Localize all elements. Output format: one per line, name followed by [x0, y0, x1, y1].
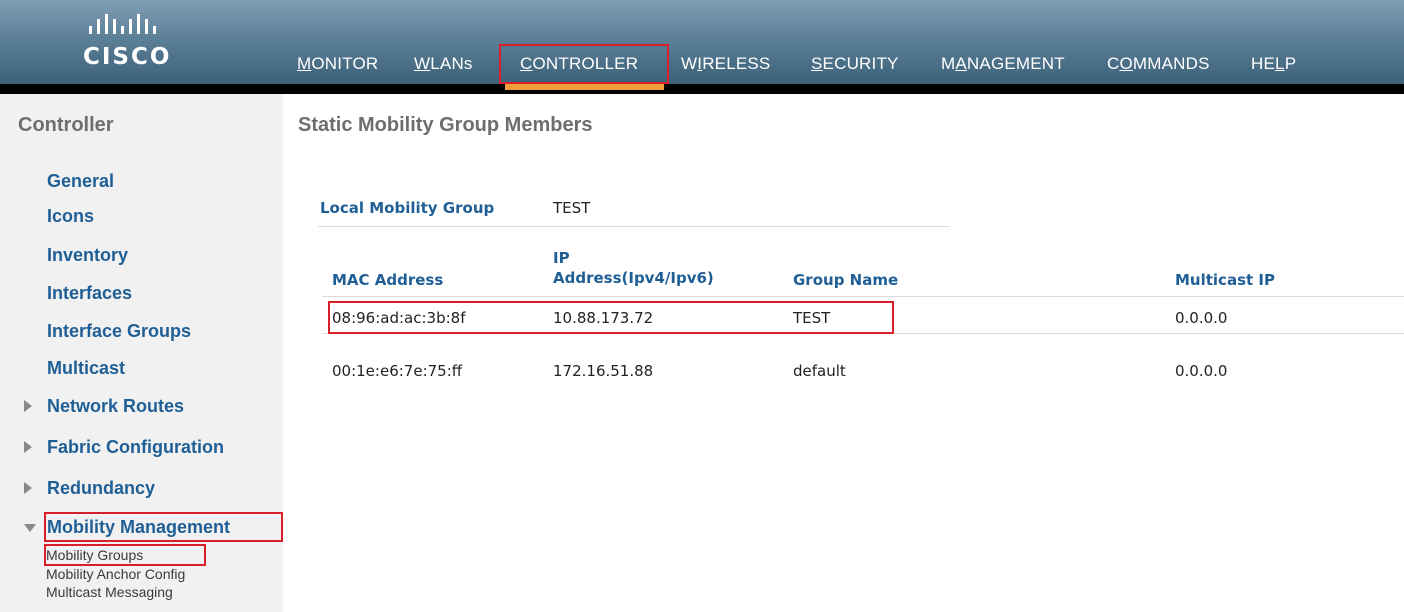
row-group: default	[793, 362, 846, 380]
sidebar-item-redundancy[interactable]: Redundancy	[47, 478, 155, 499]
group-name-header: Group Name	[793, 271, 899, 289]
row-ip: 172.16.51.88	[553, 362, 654, 380]
sidebar-item-interfaces[interactable]: Interfaces	[47, 283, 132, 304]
sidebar-item-general[interactable]: General	[47, 171, 114, 192]
row-mac: 08:96:ad:ac:3b:8f	[332, 309, 466, 327]
ip-header-line1: IP	[553, 249, 570, 267]
table-row-divider	[322, 333, 1404, 334]
nav-commands[interactable]: COMMANDS	[1107, 54, 1210, 74]
nav-active-indicator	[505, 84, 664, 90]
divider	[318, 226, 950, 227]
sidebar-item-mobility-management[interactable]: Mobility Management	[47, 517, 230, 538]
sidebar-item-fabric-configuration[interactable]: Fabric Configuration	[47, 437, 224, 458]
cisco-logo: CISCO	[83, 14, 203, 74]
local-mobility-group-value: TEST	[553, 199, 591, 217]
multicast-ip-header: Multicast IP	[1175, 271, 1275, 289]
collapse-down-icon[interactable]	[24, 524, 36, 532]
cisco-wordmark: CISCO	[83, 44, 172, 70]
cisco-bars-icon	[89, 14, 156, 34]
row-multicast: 0.0.0.0	[1175, 309, 1228, 327]
nav-security[interactable]: SECURITY	[811, 54, 899, 74]
table-header-divider	[322, 296, 1404, 297]
local-mobility-group-label: Local Mobility Group	[320, 199, 495, 217]
expand-right-icon[interactable]	[24, 400, 32, 412]
nav-wlans[interactable]: WLANs	[414, 54, 473, 74]
sidebar-title: Controller	[18, 114, 114, 136]
row-mac: 00:1e:e6:7e:75:ff	[332, 362, 463, 380]
nav-management[interactable]: MANAGEMENT	[941, 54, 1065, 74]
sidebar: Controller General Icons Inventory Inter…	[0, 94, 283, 612]
nav-help[interactable]: HELP	[1251, 54, 1296, 74]
row-multicast: 0.0.0.0	[1175, 362, 1228, 380]
row-ip: 10.88.173.72	[553, 309, 654, 327]
expand-right-icon[interactable]	[24, 441, 32, 453]
top-header: CISCO MONITOR WLANs CONTROLLER WIRELESS …	[0, 0, 1404, 84]
sidebar-subitem-multicast-messaging[interactable]: Multicast Messaging	[46, 584, 173, 600]
expand-right-icon[interactable]	[24, 482, 32, 494]
sidebar-item-interface-groups[interactable]: Interface Groups	[47, 321, 191, 342]
sidebar-item-icons[interactable]: Icons	[47, 206, 94, 227]
sidebar-item-multicast[interactable]: Multicast	[47, 358, 125, 379]
sidebar-subitem-mobility-groups[interactable]: Mobility Groups	[46, 547, 143, 563]
ip-address-header: Address(Ipv4/Ipv6)	[553, 269, 714, 287]
sidebar-subitem-mobility-anchor-config[interactable]: Mobility Anchor Config	[46, 566, 185, 582]
row-group: TEST	[793, 309, 831, 327]
nav-controller[interactable]: CONTROLLER	[520, 54, 638, 74]
nav-monitor[interactable]: MONITOR	[297, 54, 378, 74]
sidebar-item-network-routes[interactable]: Network Routes	[47, 396, 184, 417]
sidebar-item-inventory[interactable]: Inventory	[47, 245, 128, 266]
header-divider	[0, 84, 1404, 94]
page-title: Static Mobility Group Members	[298, 114, 593, 136]
mac-address-header: MAC Address	[332, 271, 444, 289]
nav-wireless[interactable]: WIRELESS	[681, 54, 770, 74]
